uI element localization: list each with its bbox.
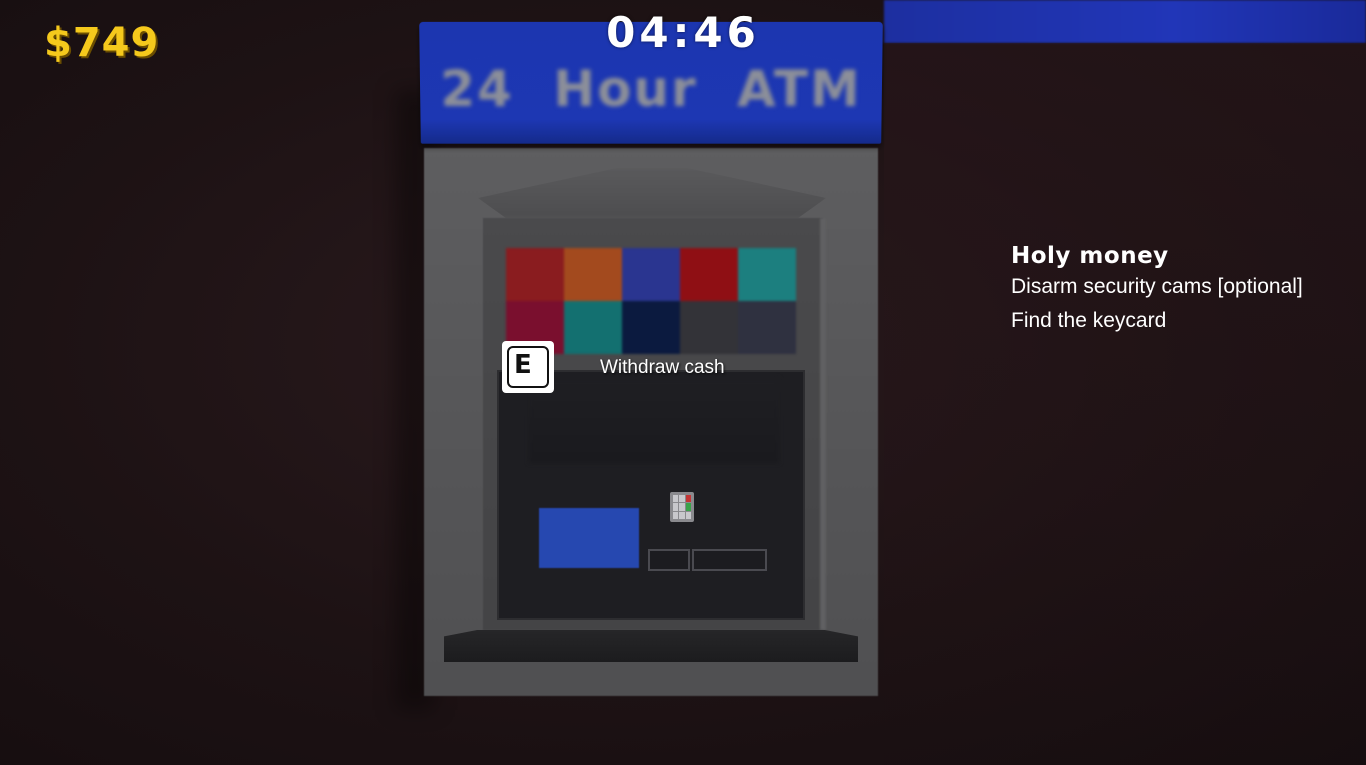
objectives-panel: Holy money Disarm security cams [optiona…	[1011, 243, 1303, 343]
e-key-icon: E	[507, 346, 549, 388]
wall-shade	[884, 43, 1366, 765]
objective-item: Find the keycard	[1011, 309, 1167, 332]
objective-item: Disarm security cams [optional]	[1011, 275, 1303, 298]
card-reader[interactable]	[539, 508, 639, 568]
keypad-icon[interactable]	[670, 492, 694, 522]
countdown-timer: 04:46	[606, 8, 760, 57]
color-tile	[564, 301, 622, 354]
receipt-slot	[648, 549, 690, 571]
interact-key-prompt[interactable]: E	[502, 341, 554, 393]
atm-color-tiles	[506, 248, 796, 354]
color-tile	[622, 301, 680, 354]
withdraw-cash-label: Withdraw cash	[600, 357, 725, 378]
game-scene: 24 Hour ATM	[0, 0, 1366, 765]
color-tile	[738, 248, 796, 301]
objective-title: Holy money	[1011, 243, 1169, 269]
color-tile	[506, 248, 564, 301]
color-tile	[680, 248, 738, 301]
color-tile	[564, 248, 622, 301]
atm-screen	[529, 378, 779, 463]
color-tile	[738, 301, 796, 354]
atm-ledge	[444, 630, 858, 662]
color-tile	[680, 301, 738, 354]
color-tile	[622, 248, 680, 301]
atm-side-edge	[820, 218, 826, 630]
cash-slot[interactable]	[692, 549, 767, 571]
atm-sign-text: 24 Hour ATM	[439, 60, 863, 118]
